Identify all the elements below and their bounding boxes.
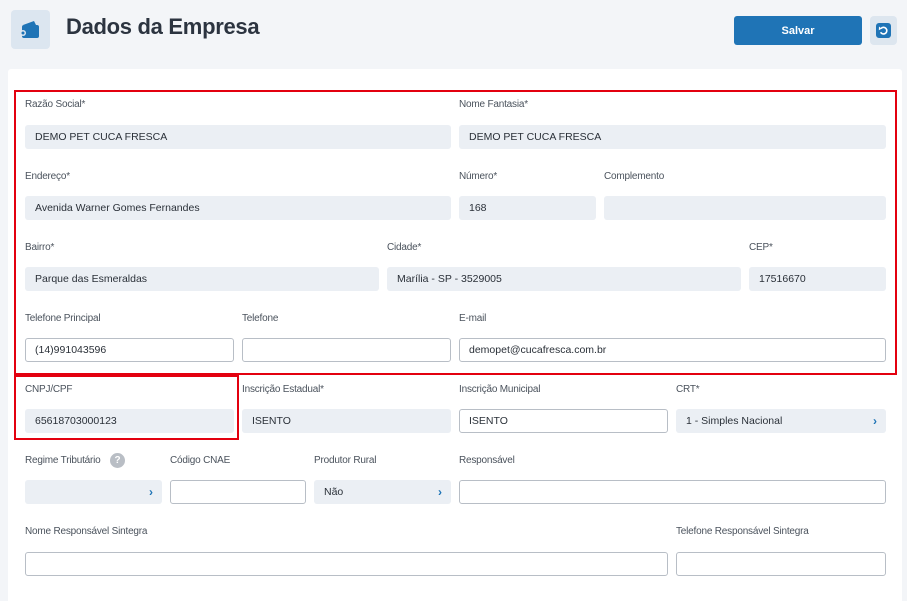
chevron-right-icon: ›	[873, 414, 877, 428]
crt-select[interactable]: 1 - Simples Nacional ›	[676, 409, 886, 433]
nome-responsavel-sintegra-label: Nome Responsável Sintegra	[25, 526, 148, 537]
page-header: Dados da Empresa Salvar	[0, 0, 907, 62]
codigo-cnae-label: Código CNAE	[170, 455, 231, 466]
cep-field[interactable]: 17516670	[749, 267, 886, 291]
inscricao-municipal-input[interactable]: ISENTO	[459, 409, 668, 433]
numero-label: Número*	[459, 171, 498, 182]
bairro-label: Bairro*	[25, 242, 55, 253]
email-label: E-mail	[459, 313, 487, 324]
bairro-field[interactable]: Parque das Esmeraldas	[25, 267, 379, 291]
endereco-field[interactable]: Avenida Warner Gomes Fernandes	[25, 196, 451, 220]
inscricao-estadual-label: Inscrição Estadual*	[242, 384, 324, 395]
numero-field[interactable]: 168	[459, 196, 596, 220]
telefone-input[interactable]	[242, 338, 451, 362]
undo-icon	[876, 23, 891, 38]
cnpj-label: CNPJ/CPF	[25, 384, 73, 395]
produtor-rural-label: Produtor Rural	[314, 455, 377, 466]
nome-fantasia-label: Nome Fantasia*	[459, 99, 528, 110]
telefone-principal-input[interactable]: (14)991043596	[25, 338, 234, 362]
produtor-rural-select[interactable]: Não ›	[314, 480, 451, 504]
responsavel-label: Responsável	[459, 455, 515, 466]
crt-label: CRT*	[676, 384, 700, 395]
telefone-principal-label: Telefone Principal	[25, 313, 101, 324]
crt-value: 1 - Simples Nacional	[686, 415, 783, 427]
email-input[interactable]: demopet@cucafresca.com.br	[459, 338, 886, 362]
regime-tributario-select[interactable]: ›	[25, 480, 162, 504]
complemento-label: Complemento	[604, 171, 665, 182]
chevron-right-icon: ›	[438, 485, 442, 499]
razao-social-label: Razão Social*	[25, 99, 86, 110]
telefone-responsavel-sintegra-label: Telefone Responsável Sintegra	[676, 526, 809, 537]
chevron-right-icon: ›	[149, 485, 153, 499]
regime-tributario-label: Regime Tributário	[25, 455, 101, 466]
razao-social-field[interactable]: DEMO PET CUCA FRESCA	[25, 125, 451, 149]
page-title: Dados da Empresa	[66, 14, 260, 39]
codigo-cnae-input[interactable]	[170, 480, 306, 504]
save-button[interactable]: Salvar	[734, 16, 862, 45]
undo-button[interactable]	[870, 16, 897, 45]
inscricao-municipal-label: Inscrição Municipal	[459, 384, 541, 395]
cep-label: CEP*	[749, 242, 773, 253]
complemento-field[interactable]	[604, 196, 886, 220]
nome-fantasia-field[interactable]: DEMO PET CUCA FRESCA	[459, 125, 886, 149]
telefone-responsavel-sintegra-input[interactable]	[676, 552, 886, 576]
inscricao-estadual-field[interactable]: ISENTO	[242, 409, 451, 433]
responsavel-input[interactable]	[459, 480, 886, 504]
produtor-rural-value: Não	[324, 486, 344, 498]
cidade-label: Cidade*	[387, 242, 422, 253]
help-icon[interactable]: ?	[110, 453, 125, 468]
endereco-label: Endereço*	[25, 171, 70, 182]
cnpj-field[interactable]: 65618703000123	[25, 409, 234, 433]
telefone-label: Telefone	[242, 313, 279, 324]
wallet-icon	[11, 10, 50, 49]
cidade-field[interactable]: Marília - SP - 3529005	[387, 267, 741, 291]
nome-responsavel-sintegra-input[interactable]	[25, 552, 668, 576]
